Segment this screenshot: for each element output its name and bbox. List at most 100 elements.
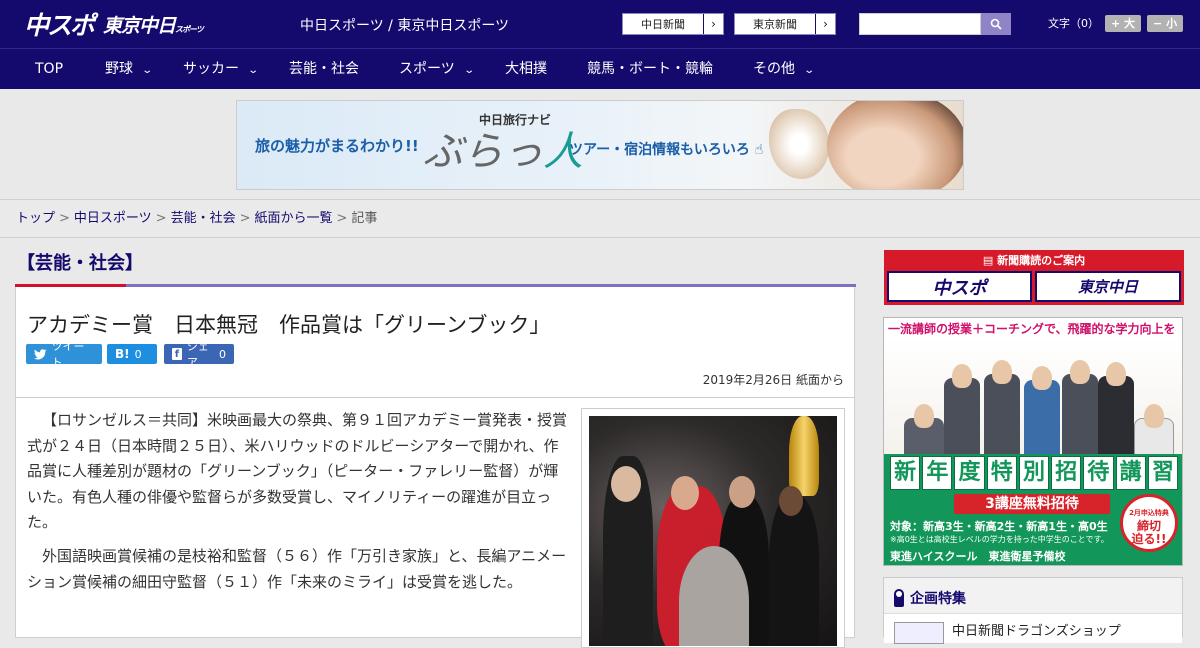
search-button[interactable] bbox=[981, 13, 1011, 35]
nav-label: サッカー bbox=[183, 61, 239, 77]
nav-label: 大相撲 bbox=[505, 61, 547, 77]
photo-figure bbox=[1062, 374, 1098, 458]
breadcrumb-separator: > bbox=[155, 211, 167, 226]
article-paragraph: 【ロサンゼルス＝共同】米映画最大の祭典、第９１回アカデミー賞発表・授賞式が２４日… bbox=[27, 411, 568, 531]
logo-tokyo-suffix: スポーツ bbox=[175, 24, 204, 34]
oscar-statue bbox=[789, 416, 819, 496]
chevron-down-icon: ⌄ bbox=[247, 65, 260, 76]
chevron-right-icon: › bbox=[703, 14, 723, 34]
photo-figure bbox=[679, 546, 749, 646]
headline-char: 年 bbox=[922, 456, 953, 490]
font-size-label: 文字（0） bbox=[1048, 17, 1099, 30]
nav-label: 競馬・ボート・競輪 bbox=[587, 61, 713, 77]
article-body: 【ロサンゼルス＝共同】米映画最大の祭典、第９１回アカデミー賞発表・授賞式が２４日… bbox=[15, 398, 855, 648]
article-paragraph: 外国語映画賞候補の是枝裕和監督（５６）作「万引き家族」と、長編アニメーション賞候… bbox=[27, 547, 567, 591]
font-size-control: 文字（0） + 大 − 小 bbox=[1048, 14, 1184, 32]
newspaper-icon: ▤ bbox=[982, 254, 994, 267]
nav-item-sumo[interactable]: 大相撲 bbox=[505, 49, 547, 90]
twitter-icon bbox=[34, 348, 47, 359]
photo-figure bbox=[611, 466, 641, 502]
link-label: 中日新聞 bbox=[641, 18, 685, 31]
hatena-bookmark-button[interactable]: B! 0 bbox=[107, 344, 157, 364]
ribbon-icon bbox=[894, 589, 904, 607]
ad-subline-text: ツアー・宿泊情報もいろいろ bbox=[569, 142, 750, 158]
nav-item-sports[interactable]: スポーツ ⌄ bbox=[399, 49, 475, 90]
site-names[interactable]: 中日スポーツ / 東京中日スポーツ bbox=[300, 15, 509, 35]
toshin-deadline-badge: 2月申込特典 締切 迫る!! bbox=[1120, 494, 1178, 552]
headline-char: 特 bbox=[986, 456, 1017, 490]
badge-line: 迫る!! bbox=[1131, 532, 1167, 546]
nav-item-entertainment[interactable]: 芸能・社会 bbox=[289, 49, 359, 90]
hand-pointer-icon: ☝ bbox=[754, 142, 764, 158]
headline-char: 新 bbox=[890, 456, 921, 490]
teachers-photo bbox=[884, 338, 1182, 478]
nav-item-top[interactable]: TOP bbox=[35, 49, 63, 90]
chevron-right-icon: › bbox=[815, 14, 835, 34]
font-bigger-button[interactable]: + 大 bbox=[1105, 14, 1142, 32]
chevron-down-icon: ⌄ bbox=[141, 65, 154, 76]
photo-figure bbox=[1098, 376, 1134, 460]
headline-char: 度 bbox=[954, 456, 985, 490]
toshin-note: ※高0生とは高校生レベルの学力を持った中学生のことです。 bbox=[890, 535, 1109, 544]
facebook-share-button[interactable]: f シェア 0 bbox=[164, 340, 234, 369]
nav-item-soccer[interactable]: サッカー ⌄ bbox=[183, 49, 260, 90]
photo-figure bbox=[914, 404, 934, 428]
photo-figure bbox=[1024, 380, 1060, 460]
ad-brand-a: ぶらっ bbox=[423, 129, 543, 175]
photo-figure bbox=[952, 364, 972, 388]
breadcrumb-entertainment[interactable]: 芸能・社会 bbox=[171, 211, 236, 226]
chevron-down-icon: ⌄ bbox=[463, 65, 475, 76]
nav-label: 芸能・社会 bbox=[289, 61, 359, 77]
travel-navi-ad[interactable]: 旅の魅力がまるわかり!! 中日旅行ナビ ぶらっ人 ツアー・宿泊情報もいろいろ ☝ bbox=[236, 100, 964, 190]
breadcrumb-paper-list[interactable]: 紙面から一覧 bbox=[255, 211, 333, 226]
nav-item-other[interactable]: その他 ⌄ bbox=[753, 49, 816, 90]
breadcrumb-chunichi-sports[interactable]: 中日スポーツ bbox=[74, 211, 152, 226]
article-photo-frame[interactable] bbox=[581, 408, 845, 648]
font-smaller-button[interactable]: − 小 bbox=[1147, 14, 1184, 32]
photo-figure bbox=[769, 496, 819, 646]
subscription-title-text: 新聞購読のご案内 bbox=[997, 254, 1086, 267]
subscribe-tokyo-chunichi[interactable]: 東京中日 bbox=[1035, 271, 1181, 302]
oscars-photo bbox=[589, 416, 837, 646]
nav-label: 野球 bbox=[105, 61, 133, 77]
search-box bbox=[859, 13, 1011, 35]
breadcrumb-current: 記事 bbox=[351, 211, 378, 226]
logo-chuspo[interactable]: 中スポ bbox=[24, 6, 95, 42]
tokyo-shimbun-link[interactable]: 東京新聞 › bbox=[734, 13, 836, 35]
ad-brand-logo: ぶらっ人 bbox=[423, 119, 583, 177]
special-features-header: 企画特集 bbox=[894, 586, 966, 610]
site-header: 中スポ 東京中日スポーツ 中日スポーツ / 東京中日スポーツ 中日新聞 › 東京… bbox=[0, 0, 1200, 48]
special-feature-item[interactable]: 中日新聞ドラゴンズショップ bbox=[884, 613, 1182, 644]
chevron-down-icon: ⌄ bbox=[803, 65, 816, 76]
site-logo[interactable]: 中スポ 東京中日スポーツ bbox=[24, 6, 204, 42]
special-features-box: 企画特集 中日新聞ドラゴンズショップ bbox=[883, 577, 1183, 644]
model-photo bbox=[827, 101, 963, 189]
photo-figure bbox=[1144, 404, 1164, 428]
subscribe-chuspo[interactable]: 中スポ bbox=[887, 271, 1032, 302]
ad-band: 旅の魅力がまるわかり!! 中日旅行ナビ ぶらっ人 ツアー・宿泊情報もいろいろ ☝ bbox=[0, 89, 1200, 200]
headline-char: 講 bbox=[1115, 456, 1146, 490]
toshin-ad[interactable]: 一流講師の授業＋コーチングで、飛躍的な学力向上を 新 年 度 特 別 招 待 講… bbox=[883, 317, 1183, 566]
nav-item-racing[interactable]: 競馬・ボート・競輪 bbox=[587, 49, 713, 90]
headline-char: 待 bbox=[1083, 456, 1114, 490]
breadcrumb-separator: > bbox=[59, 211, 70, 226]
seashell-image bbox=[769, 109, 829, 179]
search-input[interactable] bbox=[859, 13, 981, 35]
breadcrumb-top[interactable]: トップ bbox=[16, 211, 55, 226]
article-header: アカデミー賞 日本無冠 作品賞は「グリーンブック」 ツイート B! 0 f シェ… bbox=[15, 284, 856, 398]
nav-label: TOP bbox=[35, 61, 64, 77]
subscription-banner[interactable]: ▤ 新聞購読のご案内 中スポ 東京中日 bbox=[884, 250, 1184, 305]
twitter-share-button[interactable]: ツイート bbox=[26, 340, 102, 369]
photo-figure bbox=[729, 476, 755, 508]
chunichi-shimbun-link[interactable]: 中日新聞 › bbox=[622, 13, 724, 35]
nav-item-baseball[interactable]: 野球 ⌄ bbox=[105, 49, 154, 90]
section-underline bbox=[15, 284, 126, 287]
photo-figure bbox=[992, 360, 1012, 384]
photo-figure bbox=[671, 476, 699, 510]
toshin-headline: 新 年 度 特 別 招 待 講 習 bbox=[890, 456, 1178, 490]
logo-tokyo-chunichi[interactable]: 東京中日スポーツ bbox=[103, 11, 204, 38]
photo-figure bbox=[984, 374, 1020, 458]
nav-label: スポーツ bbox=[399, 61, 455, 77]
headline-char: 別 bbox=[1018, 456, 1050, 490]
toshin-ad-top: 一流講師の授業＋コーチングで、飛躍的な学力向上を bbox=[888, 322, 1176, 336]
